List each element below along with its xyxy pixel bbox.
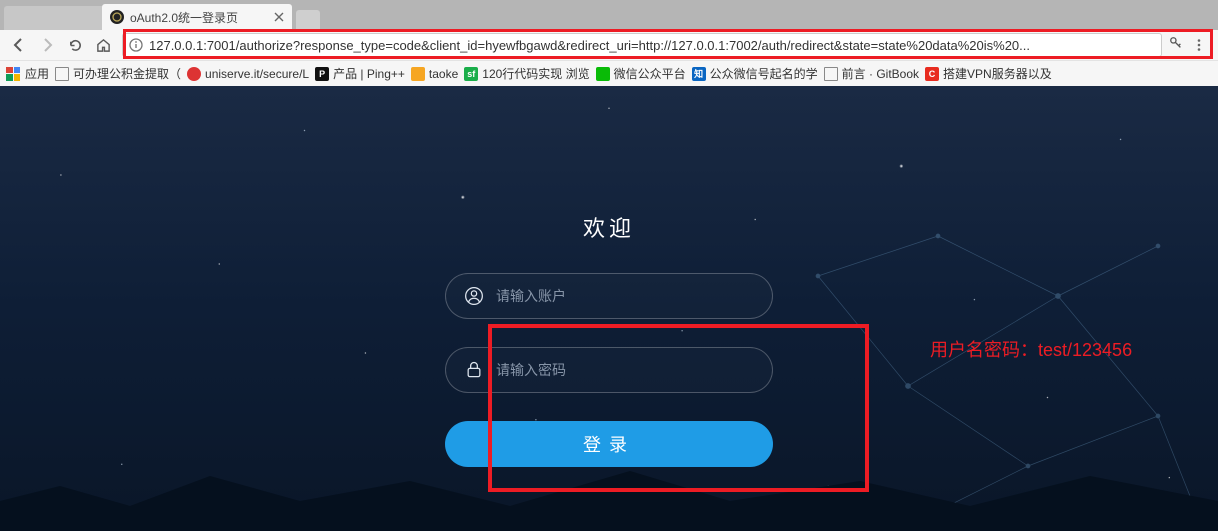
site-info-icon[interactable] — [129, 38, 143, 52]
password-input[interactable] — [496, 362, 754, 378]
bookmark-label: 可办理公积金提取（ — [73, 65, 181, 82]
bookmark-label: 公众微信号起名的学 — [710, 65, 818, 82]
mountain-silhouette — [0, 461, 1218, 531]
username-input[interactable] — [496, 288, 754, 304]
back-button[interactable] — [6, 33, 32, 57]
tab-bar: oAuth2.0统一登录页 — [0, 0, 1218, 30]
inactive-tab[interactable] — [4, 6, 114, 30]
bookmark-item[interactable]: taoke — [411, 65, 458, 82]
bookmark-label: 120行代码实现 浏览 — [482, 65, 589, 82]
saved-password-icon[interactable] — [1168, 36, 1184, 55]
bookmark-item[interactable]: 知公众微信号起名的学 — [692, 65, 818, 82]
annotation-credentials: 用户名密码：test/123456 — [930, 336, 1132, 362]
bookmark-item[interactable]: sf 120行代码实现 浏览 — [464, 65, 589, 82]
reload-button[interactable] — [62, 33, 88, 57]
username-field-wrap — [445, 273, 773, 319]
apps-label: 应用 — [25, 65, 49, 82]
segfault-icon: sf — [464, 67, 478, 81]
address-bar[interactable] — [122, 33, 1162, 57]
taoke-icon — [411, 67, 425, 81]
close-tab-button[interactable] — [272, 10, 286, 24]
bookmark-label: uniserve.it/secure/L — [205, 67, 309, 81]
apps-icon — [6, 67, 20, 81]
bookmark-item[interactable]: P 产品 | Ping++ — [315, 65, 405, 82]
active-tab[interactable]: oAuth2.0统一登录页 — [102, 4, 292, 30]
zhihu-icon: 知 — [692, 67, 706, 81]
file-icon — [824, 67, 838, 81]
red-dot-icon — [187, 67, 201, 81]
file-icon — [55, 67, 69, 81]
bookmark-item[interactable]: uniserve.it/secure/L — [187, 65, 309, 82]
login-form: 欢迎 登录 — [429, 211, 789, 467]
bookmarks-bar: 应用 可办理公积金提取（ uniserve.it/secure/L P 产品 | Pi… — [0, 60, 1218, 86]
password-field-wrap — [445, 347, 773, 393]
new-tab-button[interactable] — [296, 10, 320, 30]
bookmark-item[interactable]: C 搭建VPN服务器以及 — [925, 65, 1052, 82]
user-icon — [464, 286, 484, 306]
tab-favicon — [110, 10, 124, 24]
home-button[interactable] — [90, 33, 116, 57]
lock-icon — [464, 360, 484, 380]
csdn-icon: C — [925, 67, 939, 81]
url-input[interactable] — [149, 38, 1155, 53]
bookmark-label: taoke — [429, 67, 458, 81]
welcome-heading: 欢迎 — [429, 211, 789, 243]
forward-button[interactable] — [34, 33, 60, 57]
page-viewport: 欢迎 登录 用户名密码：test/123456 — [0, 86, 1218, 531]
bookmark-label: 微信公众平台 — [614, 65, 686, 82]
bookmark-label: 产品 | Ping++ — [333, 65, 405, 82]
bookmark-label: 前言 · GitBook — [842, 65, 919, 82]
bookmark-item[interactable]: 微信公众平台 — [596, 65, 686, 82]
bookmark-label: 搭建VPN服务器以及 — [943, 65, 1052, 82]
bookmark-item[interactable]: 可办理公积金提取（ — [55, 65, 181, 82]
menu-button[interactable] — [1186, 33, 1212, 57]
apps-button[interactable]: 应用 — [6, 65, 49, 82]
tab-title: oAuth2.0统一登录页 — [130, 9, 238, 26]
browser-toolbar — [0, 30, 1218, 60]
bookmark-item[interactable]: 前言 · GitBook — [824, 65, 919, 82]
ping-icon: P — [315, 67, 329, 81]
wechat-icon — [596, 67, 610, 81]
